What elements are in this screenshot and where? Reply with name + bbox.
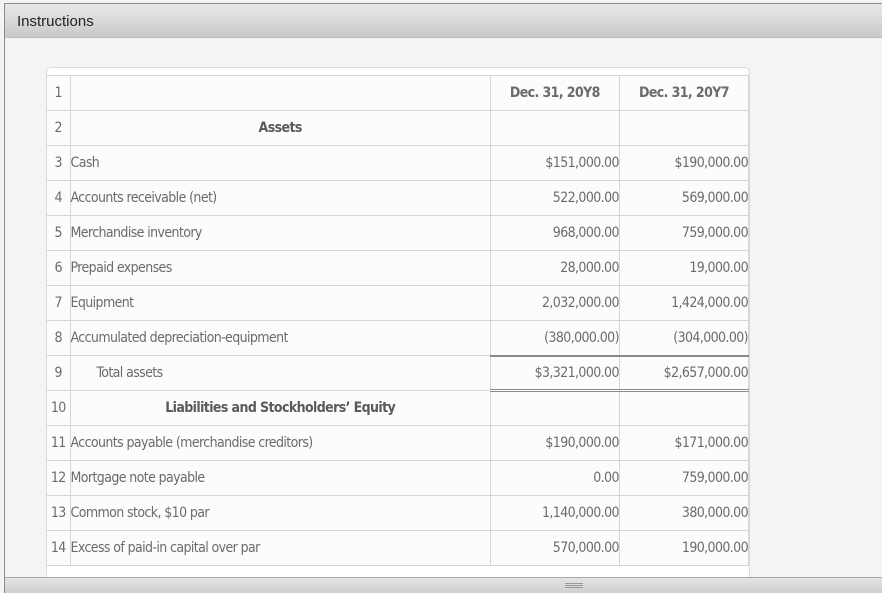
table-row: 4 Accounts receivable (net) 522,000.00 569,…: [47, 180, 749, 216]
row-number: 13: [47, 495, 71, 531]
value-cell-20y7[interactable]: 1,424,000.00: [619, 285, 749, 321]
value-cell-20y8[interactable]: $190,000.00: [490, 425, 620, 461]
value-cell-20y7[interactable]: $2,657,000.00: [619, 354, 749, 392]
label-cell[interactable]: Mortgage note payable: [70, 460, 491, 496]
value-cell-20y7[interactable]: 759,000.00: [619, 215, 749, 251]
column-header-20y7[interactable]: Dec. 31, 20Y7: [619, 75, 749, 111]
table-row: 11 Accounts payable (merchandise creditor…: [47, 425, 749, 461]
row-number: 10: [47, 390, 71, 426]
row-number: 2: [47, 110, 71, 146]
row-number: 1: [47, 75, 71, 111]
row-number: 7: [47, 285, 71, 321]
row-number: 9: [47, 355, 71, 391]
table-row: 7 Equipment 2,032,000.00 1,424,000.00: [47, 285, 749, 321]
value-cell-20y8[interactable]: 570,000.00: [490, 530, 620, 566]
value-cell-20y7[interactable]: 759,000.00: [619, 460, 749, 496]
instructions-panel: Instructions 1 Dec. 31, 20Y8 Dec. 31, 20Y7…: [4, 3, 882, 593]
row-number: 4: [47, 180, 71, 216]
label-cell[interactable]: Accumulated depreciation-equipment: [70, 320, 491, 356]
table-row: 8 Accumulated depreciation-equipment (380,…: [47, 320, 749, 356]
label-cell[interactable]: Accounts receivable (net): [70, 180, 491, 216]
value-cell-20y7[interactable]: $190,000.00: [619, 145, 749, 181]
resize-grip-icon[interactable]: [565, 583, 583, 588]
table-row: 9 Total assets $3,321,000.00 $2,657,000.00: [47, 354, 749, 392]
row-number: 12: [47, 460, 71, 496]
value-cell-20y8[interactable]: 0.00: [490, 460, 620, 496]
value-cell-20y7[interactable]: 569,000.00: [619, 180, 749, 216]
value-cell-20y8[interactable]: 1,140,000.00: [490, 495, 620, 531]
row-number: 5: [47, 215, 71, 251]
table-row: 2 Assets: [47, 110, 749, 146]
value-cell-20y8[interactable]: [490, 110, 620, 146]
label-cell[interactable]: Prepaid expenses: [70, 250, 491, 286]
panel-title: Instructions: [17, 13, 94, 30]
label-cell[interactable]: Total assets: [70, 355, 491, 391]
balance-sheet-spreadsheet: 1 Dec. 31, 20Y8 Dec. 31, 20Y7 2 Assets 3 Cash $…: [46, 67, 750, 579]
table-row: 5 Merchandise inventory 968,000.00 759,000.…: [47, 215, 749, 251]
value-cell-20y8[interactable]: 522,000.00: [490, 180, 620, 216]
value-cell-20y8[interactable]: 968,000.00: [490, 215, 620, 251]
label-cell[interactable]: [70, 75, 491, 111]
value-cell-20y8[interactable]: $151,000.00: [490, 145, 620, 181]
table-row: 13 Common stock, $10 par 1,140,000.00 380,0…: [47, 495, 749, 531]
value-cell-20y8[interactable]: $3,321,000.00: [490, 354, 620, 392]
table-row: 6 Prepaid expenses 28,000.00 19,000.00: [47, 250, 749, 286]
label-cell[interactable]: Accounts payable (merchandise creditors): [70, 425, 491, 461]
label-cell[interactable]: Common stock, $10 par: [70, 495, 491, 531]
value-cell-20y8[interactable]: [490, 390, 620, 426]
row-number: 6: [47, 250, 71, 286]
table-row: 1 Dec. 31, 20Y8 Dec. 31, 20Y7: [47, 75, 749, 111]
value-cell-20y8[interactable]: 28,000.00: [490, 250, 620, 286]
value-cell-20y8[interactable]: (380,000.00): [490, 320, 620, 356]
section-heading-cell[interactable]: Assets: [70, 110, 491, 146]
balance-sheet-table: 1 Dec. 31, 20Y8 Dec. 31, 20Y7 2 Assets 3 Cash $…: [47, 75, 749, 566]
value-cell-20y7[interactable]: (304,000.00): [619, 320, 749, 356]
value-cell-20y7[interactable]: 19,000.00: [619, 250, 749, 286]
table-row: 10 Liabilities and Stockholders’ Equity: [47, 390, 749, 426]
column-header-20y8[interactable]: Dec. 31, 20Y8: [490, 75, 620, 111]
value-cell-20y8[interactable]: 2,032,000.00: [490, 285, 620, 321]
panel-resize-bar[interactable]: [5, 577, 882, 593]
label-cell[interactable]: Excess of paid-in capital over par: [70, 530, 491, 566]
label-cell[interactable]: Equipment: [70, 285, 491, 321]
row-number: 14: [47, 530, 71, 566]
row-number: 11: [47, 425, 71, 461]
table-row: 3 Cash $151,000.00 $190,000.00: [47, 145, 749, 181]
value-cell-20y7[interactable]: [619, 390, 749, 426]
row-number: 3: [47, 145, 71, 181]
value-cell-20y7[interactable]: [619, 110, 749, 146]
label-cell[interactable]: Cash: [70, 145, 491, 181]
table-row: 12 Mortgage note payable 0.00 759,000.00: [47, 460, 749, 496]
panel-header: Instructions: [5, 4, 882, 38]
value-cell-20y7[interactable]: 380,000.00: [619, 495, 749, 531]
section-heading-cell[interactable]: Liabilities and Stockholders’ Equity: [70, 390, 491, 426]
label-cell[interactable]: Merchandise inventory: [70, 215, 491, 251]
value-cell-20y7[interactable]: $171,000.00: [619, 425, 749, 461]
table-row: 14 Excess of paid-in capital over par 570,…: [47, 530, 749, 566]
row-number: 8: [47, 320, 71, 356]
value-cell-20y7[interactable]: 190,000.00: [619, 530, 749, 566]
